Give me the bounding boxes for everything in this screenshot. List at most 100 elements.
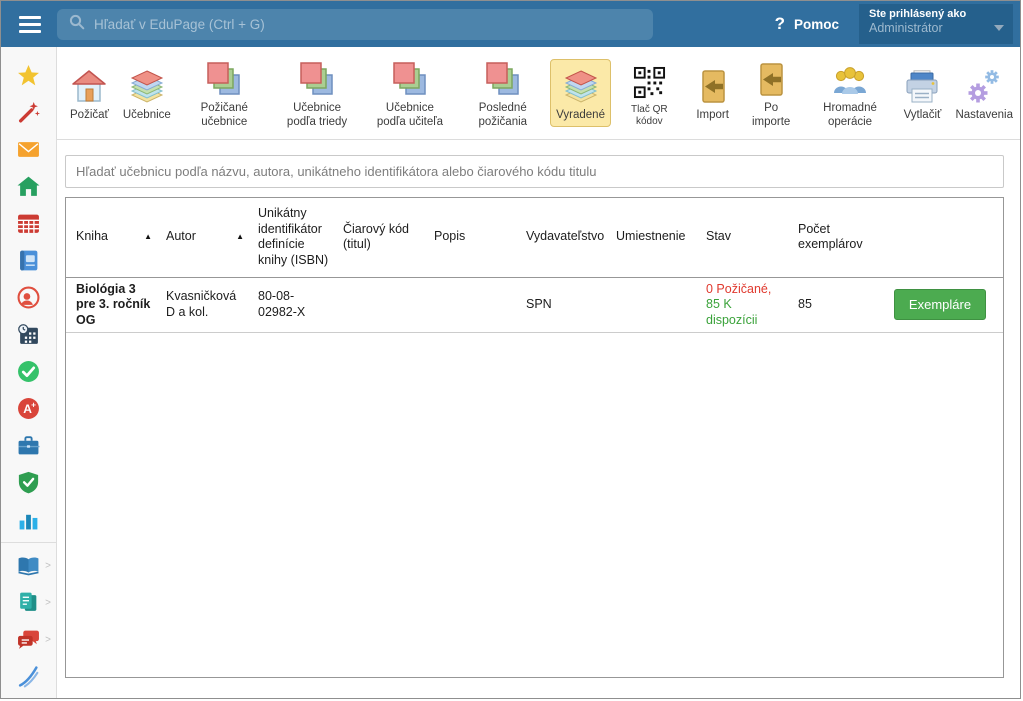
grade-a-plus-icon: A+ xyxy=(17,397,40,420)
person-icon xyxy=(17,286,40,309)
book-filter-input[interactable] xyxy=(65,155,1004,188)
toolbar-item-po-importe[interactable]: Po importe xyxy=(740,52,803,133)
check-circle-icon xyxy=(17,360,40,383)
column-header-autor[interactable]: Autor▲ xyxy=(156,198,248,277)
sidebar-item-communication[interactable]: > xyxy=(1,621,56,658)
sidebar-item-classbook[interactable] xyxy=(1,242,56,279)
column-header-pocet-exemplarov[interactable]: Počet exemplárov xyxy=(788,198,871,277)
import-icon xyxy=(694,65,732,109)
chevron-right-icon: > xyxy=(45,560,51,571)
sidebar-item-documents[interactable]: > xyxy=(1,584,56,621)
sidebar-item-attendance[interactable] xyxy=(1,353,56,390)
calendar-clock-icon xyxy=(17,323,40,346)
sidebar-item-statistics[interactable] xyxy=(1,501,56,538)
sort-asc-icon[interactable]: ▲ xyxy=(144,232,152,242)
envelope-icon xyxy=(17,138,40,161)
global-search-placeholder: Hľadať v EduPage (Ctrl + G) xyxy=(94,17,265,32)
status-available: 85 K dispozícii xyxy=(706,297,757,327)
documents-icon xyxy=(17,591,40,614)
sidebar-item-home[interactable] xyxy=(1,168,56,205)
table-row[interactable]: Biológia 3 pre 3. ročník OG Kvasničková … xyxy=(66,277,1003,333)
sidebar-item-timetable[interactable] xyxy=(1,205,56,242)
sidebar-item-messages[interactable] xyxy=(1,131,56,168)
cell-actions: Exempláre xyxy=(871,277,1003,333)
star-icon xyxy=(17,64,40,87)
pen-icon xyxy=(17,665,40,688)
app-frame: Hľadať v EduPage (Ctrl + G) ? Pomoc Ste … xyxy=(0,0,1021,699)
sidebar-item-wizard[interactable] xyxy=(1,94,56,131)
sidebar-item-favorites[interactable] xyxy=(1,57,56,94)
stacked-books-icon xyxy=(391,58,429,102)
notebook-icon xyxy=(17,249,40,272)
toolbar-item-posledne-pozicania[interactable]: Posledné požičania xyxy=(457,52,548,133)
column-header-popis[interactable]: Popis xyxy=(424,198,516,277)
help-button[interactable]: ? Pomoc xyxy=(775,14,839,34)
question-icon: ? xyxy=(775,14,785,34)
help-label: Pomoc xyxy=(794,17,839,32)
cell-vydavatelstvo: SPN xyxy=(516,277,606,333)
timetable-grid-icon xyxy=(17,212,40,235)
svg-text:+: + xyxy=(31,399,36,409)
open-book-icon xyxy=(17,554,40,577)
qr-code-icon xyxy=(633,60,666,104)
chat-bubbles-icon xyxy=(17,628,40,651)
user-role-label: Ste prihlásený ako xyxy=(869,8,1003,20)
cell-stav: 0 Požičané, 85 K dispozícii xyxy=(696,277,788,333)
toolbar-item-vytlacit[interactable]: Vytlačiť xyxy=(897,59,947,127)
column-header-stav[interactable]: Stav xyxy=(696,198,788,277)
toolbar-item-vyradene[interactable]: Vyradené xyxy=(550,59,611,127)
toolbar-item-nastavenia[interactable]: Nastavenia xyxy=(949,59,1019,127)
user-menu[interactable]: Ste prihlásený ako Administrátor xyxy=(859,4,1013,44)
cell-popis xyxy=(424,277,516,333)
toolbar-item-tlac-qr-kodov[interactable]: Tlač QR kódov xyxy=(613,54,686,132)
hamburger-menu-icon[interactable] xyxy=(1,16,57,33)
sidebar-item-sign[interactable] xyxy=(1,658,56,695)
library-toolbar: Požičať Učebnice Požičané učebnice xyxy=(57,47,1020,140)
cell-isbn: 80-08-02982-X xyxy=(248,277,333,333)
sidebar-item-grades[interactable]: A+ xyxy=(1,390,56,427)
gears-icon xyxy=(965,65,1003,109)
cell-pocet-exemplarov: 85 xyxy=(788,277,871,333)
column-header-kniha[interactable]: Kniha▲ xyxy=(66,198,156,277)
exemplare-button[interactable]: Exempláre xyxy=(894,289,986,320)
column-header-vydavatelstvo[interactable]: Vydavateľstvo xyxy=(516,198,606,277)
layers-stack-icon xyxy=(128,65,166,109)
user-name: Administrátor xyxy=(869,21,1003,35)
sidebar-item-profile[interactable] xyxy=(1,279,56,316)
printer-icon xyxy=(903,65,941,109)
home-icon xyxy=(17,175,40,198)
toolbar-item-pozicane-ucebnice[interactable]: Požičané učebnice xyxy=(179,52,270,133)
sort-asc-icon[interactable]: ▲ xyxy=(236,232,244,242)
column-header-umiestnenie[interactable]: Umiestnenie xyxy=(606,198,696,277)
import-icon xyxy=(752,58,790,102)
toolbar-item-ucebnice-podla-ucitela[interactable]: Učebnice podľa učiteľa xyxy=(364,52,455,133)
content-area: Kniha▲ Autor▲ Unikátny identifikátor def… xyxy=(57,140,1020,698)
column-header-isbn[interactable]: Unikátny identifikátor definície knihy (… xyxy=(248,198,333,277)
sidebar-item-agenda[interactable] xyxy=(1,427,56,464)
chevron-down-icon xyxy=(994,25,1004,31)
stacked-books-icon xyxy=(205,58,243,102)
cell-ciarovy-kod xyxy=(333,277,424,333)
table-header-row: Kniha▲ Autor▲ Unikátny identifikátor def… xyxy=(66,198,1003,277)
column-header-ciarovy-kod[interactable]: Čiarový kód (titul) xyxy=(333,198,424,277)
sidebar-item-calendar[interactable] xyxy=(1,316,56,353)
toolbar-item-ucebnice-podla-triedy[interactable]: Učebnice podľa triedy xyxy=(272,52,363,133)
sidebar: A+ > > > xyxy=(1,47,57,698)
toolbar-item-ucebnice[interactable]: Učebnice xyxy=(117,59,177,127)
stacked-books-icon xyxy=(484,58,522,102)
top-bar: Hľadať v EduPage (Ctrl + G) ? Pomoc Ste … xyxy=(1,1,1020,47)
cell-kniha: Biológia 3 pre 3. ročník OG xyxy=(66,277,156,333)
chevron-right-icon: > xyxy=(45,634,51,645)
shield-check-icon xyxy=(17,471,40,494)
sidebar-item-security[interactable] xyxy=(1,464,56,501)
sidebar-item-library[interactable]: > xyxy=(1,547,56,584)
toolbar-item-hromadne-operacie[interactable]: Hromadné operácie xyxy=(805,52,896,133)
global-search-input[interactable]: Hľadať v EduPage (Ctrl + G) xyxy=(57,9,653,40)
cell-autor: Kvasničková D a kol. xyxy=(156,277,248,333)
chevron-right-icon: > xyxy=(45,597,51,608)
people-group-icon xyxy=(831,58,869,102)
sidebar-divider xyxy=(1,542,56,543)
toolbar-item-pozicat[interactable]: Požičať xyxy=(64,59,115,127)
books-table: Kniha▲ Autor▲ Unikátny identifikátor def… xyxy=(66,198,1003,333)
toolbar-item-import[interactable]: Import xyxy=(688,59,738,127)
